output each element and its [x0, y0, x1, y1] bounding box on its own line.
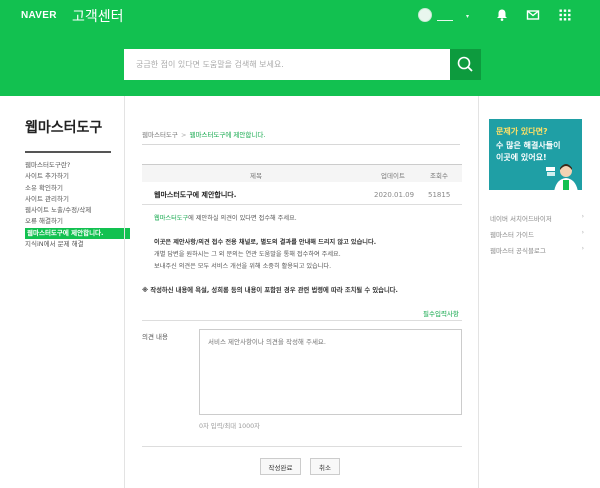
search-icon: [457, 56, 473, 72]
kin-banner[interactable]: 문제가 있다면? 수 많은 해결사들이 이곳에 있어요!: [489, 119, 582, 190]
banner-line-1: 수 많은 해결사들이: [496, 141, 561, 150]
sidebar-item-ownership[interactable]: 소유 확인하기: [25, 183, 130, 194]
banner-line-2: 이곳에 있어요!: [496, 153, 547, 162]
opinion-label: 의견 내용: [142, 333, 168, 341]
sidebar: [0, 96, 124, 488]
individual-inquiry-text: 개별 답변을 원하시는 그 외 문의는 연관 도움말을 통해 접수하여 주세요.: [154, 251, 341, 258]
naver-logo[interactable]: NAVER: [21, 10, 57, 21]
required-fields-label: 필수입력사항: [423, 310, 459, 318]
column-header-views: 조회수: [430, 172, 448, 180]
link-search-advisor[interactable]: 네이버 서치어드바이저 ›: [490, 213, 584, 229]
link-search-advisor-label: 네이버 서치어드바이저: [490, 215, 552, 223]
sidebar-item-suggest[interactable]: 웹마스터도구에 제안합니다.: [25, 227, 130, 240]
chevron-down-icon[interactable]: ▾: [466, 13, 469, 20]
link-official-blog[interactable]: 웹마스터 공식블로그 ›: [490, 245, 584, 261]
breadcrumb-root[interactable]: 웹마스터도구: [142, 131, 178, 139]
sidebar-divider: [25, 151, 111, 153]
sidebar-title[interactable]: 웹마스터도구: [25, 117, 102, 137]
lead-text: 에 제안하실 의견이 있다면 접수해 주세요.: [188, 215, 297, 222]
sidebar-item-add-site[interactable]: 사이트 추가하기: [25, 171, 130, 182]
chevron-right-icon: ›: [581, 229, 584, 236]
channel-notice: 이곳은 제안사항/의견 접수 전용 채널로, 별도의 결과를 안내해 드리지 않…: [154, 239, 377, 246]
lead-highlight-link[interactable]: 웹마스터도구: [154, 215, 188, 222]
sidebar-item-troubleshoot[interactable]: 오류 해결하기: [25, 216, 130, 227]
service-title[interactable]: 고객센터: [72, 6, 124, 26]
helper-person-icon: [546, 164, 578, 190]
sidebar-item-exposure[interactable]: 웹사이트 노출/수정/삭제: [25, 205, 130, 216]
legal-notice: ※ 작성하신 내용에 욕설, 성희롱 등의 내용이 포함된 경우 관련 법령에 …: [142, 287, 398, 294]
article-view-count: 51815: [428, 191, 451, 199]
breadcrumb-separator: >: [180, 131, 187, 139]
sidebar-item-about[interactable]: 웹마스터도구란?: [25, 160, 130, 171]
sidebar-nav: 웹마스터도구란? 사이트 추가하기 소유 확인하기 사이트 관리하기 웹사이트 …: [25, 160, 130, 250]
feedback-usage-text: 보내주신 의견은 모두 서비스 개선을 위해 소중히 활용되고 있습니다.: [154, 263, 332, 270]
submit-button[interactable]: 작성완료: [260, 458, 301, 475]
user-avatar[interactable]: [418, 8, 432, 22]
lead-paragraph: 웹마스터도구에 제안하실 의견이 있다면 접수해 주세요.: [154, 213, 297, 222]
column-divider-right: [478, 96, 479, 488]
breadcrumb: 웹마스터도구 > 웹마스터도구에 제안합니다.: [142, 129, 265, 139]
link-official-blog-label: 웹마스터 공식블로그: [490, 247, 546, 255]
article-updated-date: 2020.01.09: [374, 191, 415, 199]
search-button[interactable]: [450, 49, 481, 80]
user-name[interactable]: [437, 20, 453, 21]
table-row-divider: [142, 204, 462, 205]
search-input[interactable]: [124, 49, 450, 80]
form-bottom-divider: [142, 446, 462, 447]
breadcrumb-divider: [142, 144, 460, 145]
sidebar-item-manage-site[interactable]: 사이트 관리하기: [25, 194, 130, 205]
form-top-divider: [142, 320, 462, 321]
link-webmaster-guide-label: 웹마스터 가이드: [490, 231, 534, 239]
char-counter: 0자 입력/최대 1000자: [199, 423, 260, 430]
related-links: 네이버 서치어드바이저 › 웹마스터 가이드 › 웹마스터 공식블로그 ›: [490, 213, 584, 261]
apps-grid-icon[interactable]: [558, 8, 572, 22]
breadcrumb-current: 웹마스터도구에 제안합니다.: [189, 131, 266, 139]
link-webmaster-guide[interactable]: 웹마스터 가이드 ›: [490, 229, 584, 245]
chevron-right-icon: ›: [581, 213, 584, 220]
sidebar-item-kin[interactable]: 지식iN에서 문제 해결: [25, 239, 130, 250]
mail-icon[interactable]: [526, 8, 540, 22]
column-header-title: 제목: [250, 172, 262, 180]
banner-question: 문제가 있다면?: [496, 127, 548, 136]
bell-icon[interactable]: [495, 8, 509, 22]
top-bar: NAVER 고객센터 ▾: [0, 0, 600, 32]
article-title: 웹마스터도구에 제안합니다.: [154, 191, 237, 199]
chevron-right-icon: ›: [581, 245, 584, 252]
column-header-updated: 업데이트: [381, 172, 405, 180]
table-header: [142, 164, 462, 182]
column-divider-left: [124, 96, 125, 488]
cancel-button[interactable]: 취소: [310, 458, 340, 475]
opinion-textarea[interactable]: [199, 329, 462, 415]
